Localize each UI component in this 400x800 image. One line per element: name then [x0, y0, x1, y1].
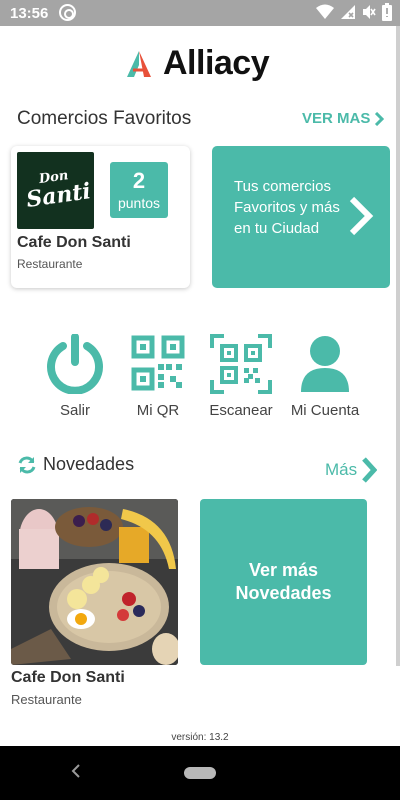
sound-off-icon: [363, 5, 376, 19]
news-business-type: Restaurante: [11, 692, 82, 707]
news-image: [11, 499, 178, 665]
scrollbar[interactable]: [396, 26, 400, 666]
action-label: Mi QR: [136, 402, 180, 419]
app-logo: Alliacy: [125, 44, 270, 83]
news-more-link[interactable]: Más: [325, 456, 378, 484]
news-title: Novedades: [43, 454, 135, 474]
news-business-name: Cafe Don Santi: [11, 669, 125, 686]
action-label: Salir: [59, 402, 91, 419]
points-label: puntos: [117, 195, 161, 211]
favorites-promo-text: Tus comercios Favoritos y más en tu Ciud…: [234, 178, 340, 237]
see-more-news-label: Ver más Novedades: [235, 560, 332, 603]
notification-at-icon: [59, 4, 76, 21]
points-badge: 2 puntos: [110, 162, 168, 218]
logout-button[interactable]: Salir: [46, 333, 104, 424]
status-time: 13:56: [10, 5, 49, 22]
favorite-business-card[interactable]: Don Santi 2 puntos Cafe Don Santi Restau…: [11, 146, 190, 288]
chevron-right-icon: [362, 457, 378, 483]
news-card[interactable]: Cafe Don Santi Restaurante: [11, 499, 178, 725]
news-more-label: Más: [325, 460, 358, 479]
alliacy-logo-icon: [127, 50, 151, 77]
app-screen: Alliacy Comercios Favoritos VER MAS Don …: [0, 26, 400, 746]
business-logo: Don Santi: [17, 152, 94, 229]
business-logo-text-2: Santi: [24, 178, 93, 213]
breakfast-photo: [11, 499, 178, 665]
power-icon: [47, 333, 103, 395]
system-nav-bar: [0, 746, 400, 800]
chevron-right-icon: [349, 196, 374, 236]
favorites-title: Comercios Favoritos: [17, 108, 192, 129]
app-version: versión: 13.2: [171, 732, 229, 743]
brand-name: Alliacy: [163, 44, 270, 82]
action-label: Escanear: [209, 402, 273, 419]
action-label: Mi Cuenta: [290, 402, 360, 419]
favorites-see-more-link[interactable]: VER MAS: [302, 110, 385, 127]
favorites-promo-panel[interactable]: Tus comercios Favoritos y más en tu Ciud…: [212, 146, 390, 288]
home-pill-button[interactable]: [184, 767, 216, 779]
see-more-news-button[interactable]: Ver más Novedades: [200, 499, 367, 665]
my-qr-button[interactable]: Mi QR: [130, 334, 186, 424]
scan-qr-icon: [210, 334, 272, 394]
signal-icon: [341, 5, 355, 19]
quick-actions: Salir Mi QR Escanear Mi Cuenta: [0, 333, 400, 426]
battery-icon: [382, 3, 392, 21]
see-more-label: VER MAS: [302, 110, 371, 127]
scan-button[interactable]: Escanear: [209, 334, 273, 424]
status-bar: 13:56: [0, 0, 400, 26]
back-icon[interactable]: [70, 764, 82, 778]
points-value: 2: [132, 168, 146, 193]
qr-code-icon: [131, 335, 185, 391]
wifi-icon: [316, 4, 334, 19]
news-header: Novedades: [17, 454, 134, 475]
business-type: Restaurante: [17, 257, 83, 271]
business-name: Cafe Don Santi: [17, 234, 131, 251]
my-account-button[interactable]: Mi Cuenta: [291, 334, 359, 424]
status-icons: [316, 3, 392, 21]
user-icon: [301, 336, 349, 392]
refresh-icon: [18, 456, 36, 473]
chevron-right-icon: [375, 111, 385, 126]
